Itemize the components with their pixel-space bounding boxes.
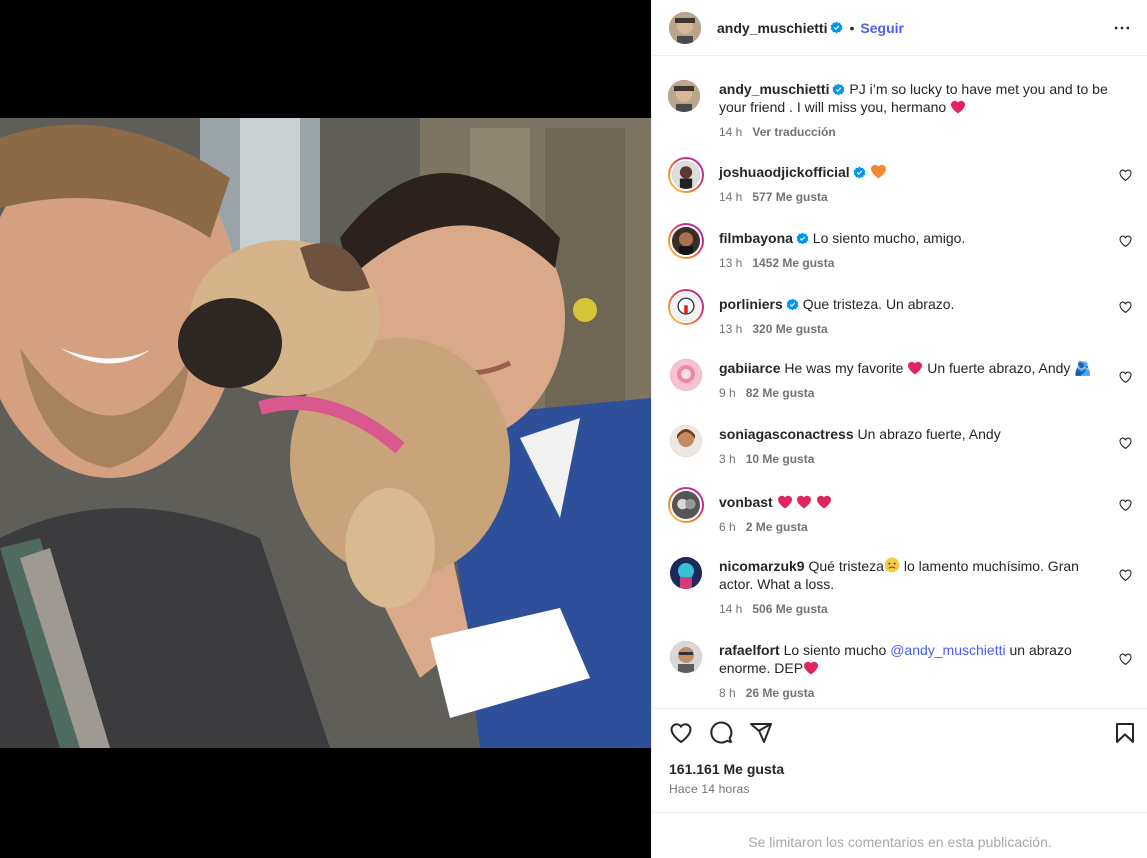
sad-face-emoji-icon [884,557,900,573]
comment-time: 6 h [719,520,736,534]
post-header: andy_muschietti • Seguir [652,0,1147,56]
red-heart-emoji-icon [951,100,966,114]
commenter-avatar[interactable] [670,425,702,457]
caption-username[interactable]: andy_muschietti [719,81,829,97]
heart-icon[interactable] [1119,301,1132,314]
commenter-avatar[interactable] [670,359,702,391]
verified-badge-icon [786,298,799,311]
comment-time: 13 h [719,256,743,270]
verified-badge-icon [796,232,809,245]
comment-text: Que tristeza. Un abrazo. [802,296,955,312]
comment-likes[interactable]: 506 Me gusta [752,602,827,616]
comment-likes[interactable]: 320 Me gusta [752,322,827,336]
comment-likes[interactable]: 82 Me gusta [746,386,815,400]
comment-item: porliniers Que tristeza. Un abrazo. 13 h… [668,289,1132,339]
caption-time: 14 h [719,125,743,139]
comment-item: filmbayona Lo siento mucho, amigo. 13 h 1… [668,223,1132,273]
red-heart-emoji-icon [777,495,792,509]
save-icon[interactable] [1113,721,1137,745]
heart-icon[interactable] [1119,169,1132,182]
comment-username[interactable]: soniagasconactress [719,426,854,442]
comment-likes[interactable]: 26 Me gusta [746,686,815,700]
comment-item: soniagasconactress Un abrazo fuerte, And… [668,425,1132,475]
comment-text: Lo siento mucho [783,642,887,658]
heart-icon[interactable] [1119,371,1132,384]
post-media [0,0,651,858]
comment-icon[interactable] [709,721,733,745]
commenter-avatar[interactable] [668,223,704,259]
like-heart-icon[interactable] [669,721,693,745]
comment-time: 14 h [719,190,743,204]
comment-time: 13 h [719,322,743,336]
heart-icon[interactable] [1119,653,1132,666]
commenter-avatar[interactable] [668,289,704,325]
commenter-avatar[interactable] [668,487,704,523]
comment-time: 3 h [719,452,736,466]
comment-time: 14 h [719,602,743,616]
comment-likes[interactable]: 10 Me gusta [746,452,815,466]
comment-likes[interactable]: 577 Me gusta [752,190,827,204]
post-time: Hace 14 horas [669,782,750,796]
comments-limited-notice: Se limitaron los comentarios en esta pub… [652,812,1147,858]
comment-text: Lo siento mucho, amigo. [812,230,966,246]
red-heart-emoji-icon [797,495,812,509]
comments-list[interactable]: andy_muschietti PJ i’m so lucky to have … [652,57,1147,707]
red-heart-emoji-icon [817,495,832,509]
comment-likes[interactable]: 2 Me gusta [746,520,808,534]
comment-username[interactable]: porliniers [719,296,783,312]
comment-item: gabiiarce He was my favorite Un fuerte a… [668,359,1132,409]
comment-text: Un abrazo fuerte, Andy [857,426,1001,442]
red-heart-emoji-icon [804,661,819,675]
commenter-avatar[interactable] [670,641,702,673]
author-avatar[interactable] [669,11,701,44]
heart-icon[interactable] [1119,499,1132,512]
comment-item: joshuaodjickofficial 14 h 577 Me gusta [668,157,1132,207]
post-panel: andy_muschietti • Seguir andy_muschietti… [651,0,1147,858]
red-heart-emoji-icon [908,361,923,375]
author-username[interactable]: andy_muschietti [717,20,827,36]
post-actions: 161.161 Me gusta Hace 14 horas [652,708,1147,812]
verified-badge-icon [833,83,845,96]
comment-item: rafaelfort Lo siento mucho @andy_muschie… [668,641,1132,701]
mention-link[interactable]: @andy_muschietti [890,642,1005,658]
author-avatar-small[interactable] [668,80,700,112]
comment-text-continued: Un fuerte abrazo, Andy 🫂 [927,360,1092,376]
comment-item: vonbast 6 h 2 Me gusta [668,487,1132,537]
heart-icon[interactable] [1119,569,1132,582]
comment-username[interactable]: nicomarzuk9 [719,558,805,574]
photo-illustration [0,118,651,748]
share-icon[interactable] [749,721,773,745]
comment-username[interactable]: vonbast [719,494,773,510]
comment-likes[interactable]: 1452 Me gusta [752,256,834,270]
verified-badge-icon [831,21,843,34]
comment-time: 9 h [719,386,736,400]
comment-time: 8 h [719,686,736,700]
comment-text: Qué tristeza [808,558,884,574]
verified-badge-icon [853,166,866,179]
comment-text: He was my favorite [784,360,904,376]
post-caption: andy_muschietti PJ i’m so lucky to have … [668,80,1132,140]
post-photo[interactable] [0,118,651,748]
more-icon[interactable] [1112,18,1132,38]
comment-username[interactable]: joshuaodjickofficial [719,164,850,180]
commenter-avatar[interactable] [670,557,702,589]
commenter-avatar[interactable] [668,157,704,193]
comment-item: nicomarzuk9 Qué tristeza lo lamento much… [668,557,1132,617]
separator-dot: • [849,19,855,36]
heart-icon[interactable] [1119,235,1132,248]
comment-username[interactable]: filmbayona [719,230,793,246]
likes-count[interactable]: 161.161 Me gusta [669,761,784,777]
heart-icon[interactable] [1119,437,1132,450]
orange-heart-emoji-icon [870,164,886,179]
comment-username[interactable]: rafaelfort [719,642,780,658]
follow-button[interactable]: Seguir [860,20,904,36]
translate-link[interactable]: Ver traducción [752,125,835,139]
comment-username[interactable]: gabiiarce [719,360,780,376]
